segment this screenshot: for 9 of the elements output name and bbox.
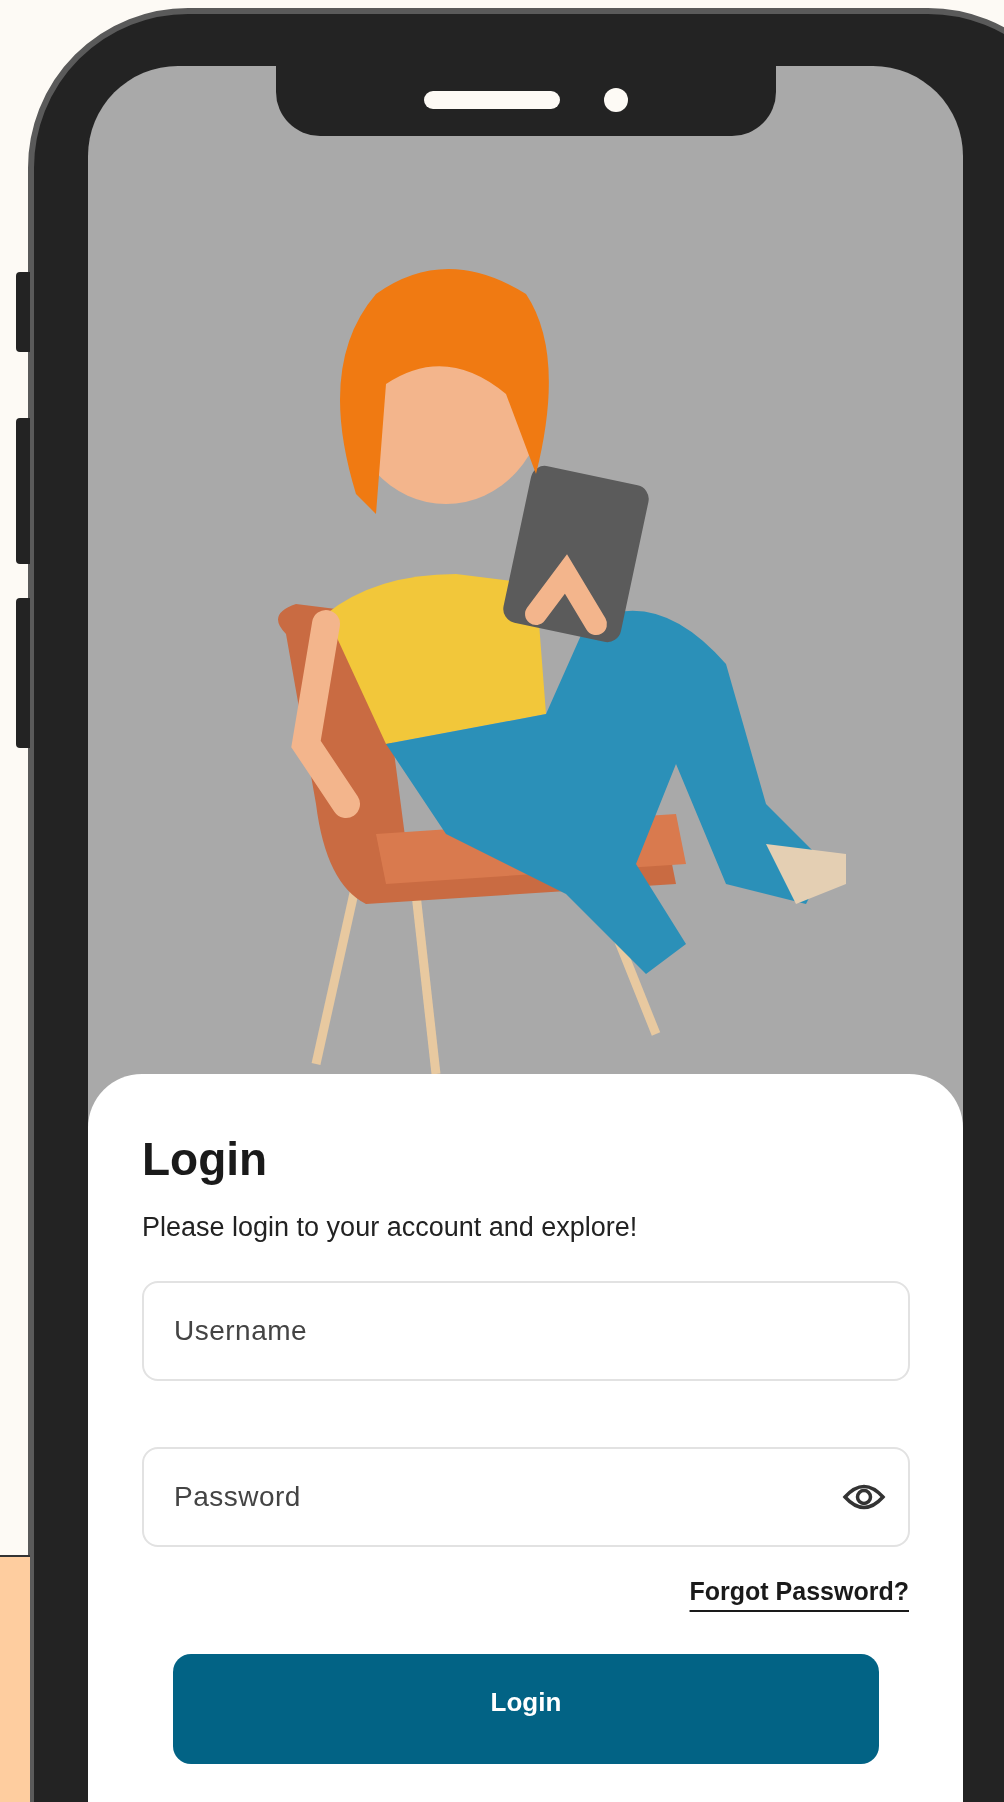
username-field[interactable]: Username	[142, 1281, 910, 1381]
speaker-icon	[424, 91, 560, 109]
eye-icon[interactable]	[842, 1482, 886, 1512]
login-title: Login	[142, 1132, 269, 1186]
password-field[interactable]: Password	[142, 1447, 910, 1547]
login-button[interactable]: Login	[173, 1654, 879, 1764]
login-subtitle: Please login to your account and explore!	[142, 1212, 639, 1243]
camera-icon	[604, 88, 628, 112]
forgot-password-link[interactable]: Forgot Password?	[689, 1577, 909, 1606]
